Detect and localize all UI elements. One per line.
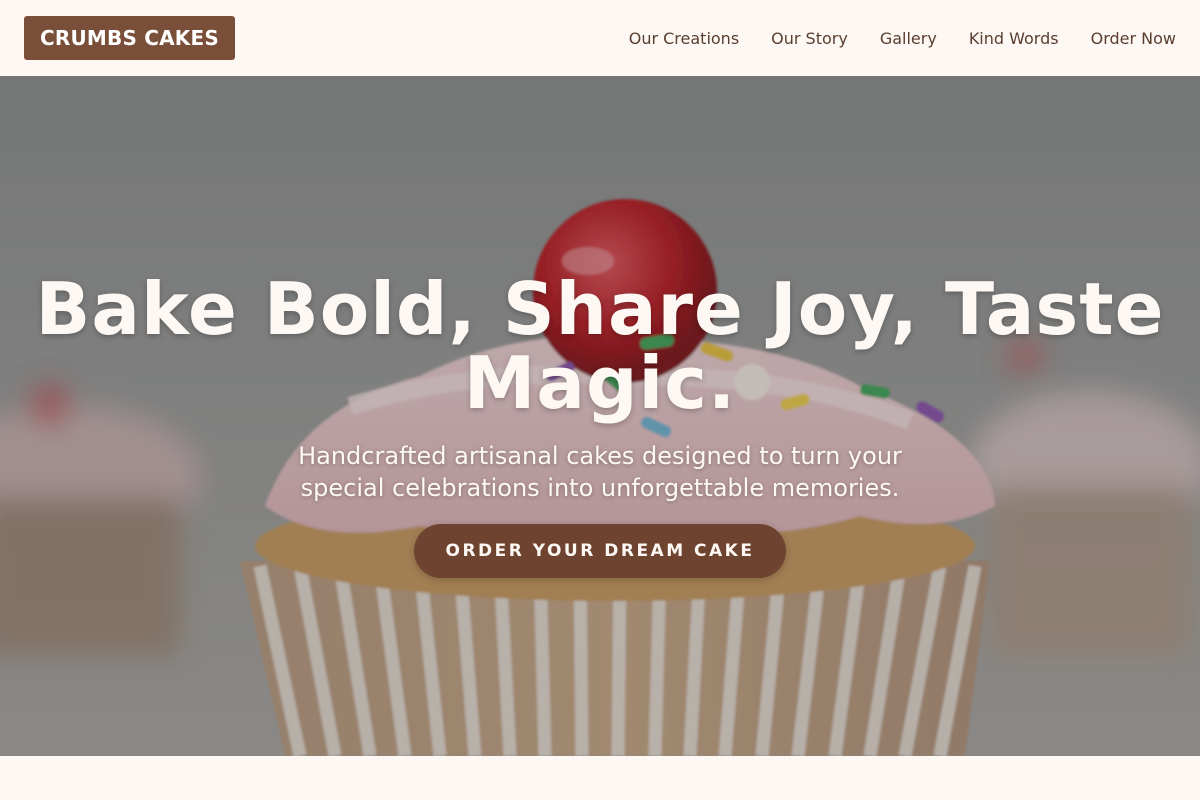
brand-logo[interactable]: CRUMBS CAKES: [24, 16, 235, 60]
hero-section: Bake Bold, Share Joy, Taste Magic. Handc…: [0, 76, 1200, 756]
hero-subtitle: Handcrafted artisanal cakes designed to …: [298, 442, 902, 502]
site-header: CRUMBS CAKES Our Creations Our Story Gal…: [0, 0, 1200, 76]
nav-link-our-creations[interactable]: Our Creations: [629, 29, 739, 48]
hero-content: Bake Bold, Share Joy, Taste Magic. Handc…: [0, 76, 1200, 756]
nav-link-gallery[interactable]: Gallery: [880, 29, 937, 48]
nav-link-kind-words[interactable]: Kind Words: [969, 29, 1059, 48]
nav-link-our-story[interactable]: Our Story: [771, 29, 848, 48]
hero-title: Bake Bold, Share Joy, Taste Magic.: [35, 267, 1165, 425]
nav-link-order-now[interactable]: Order Now: [1091, 29, 1176, 48]
main-nav: Our Creations Our Story Gallery Kind Wor…: [629, 29, 1176, 48]
next-section-strip: [0, 756, 1200, 800]
order-dream-cake-button[interactable]: ORDER YOUR DREAM CAKE: [413, 524, 787, 578]
